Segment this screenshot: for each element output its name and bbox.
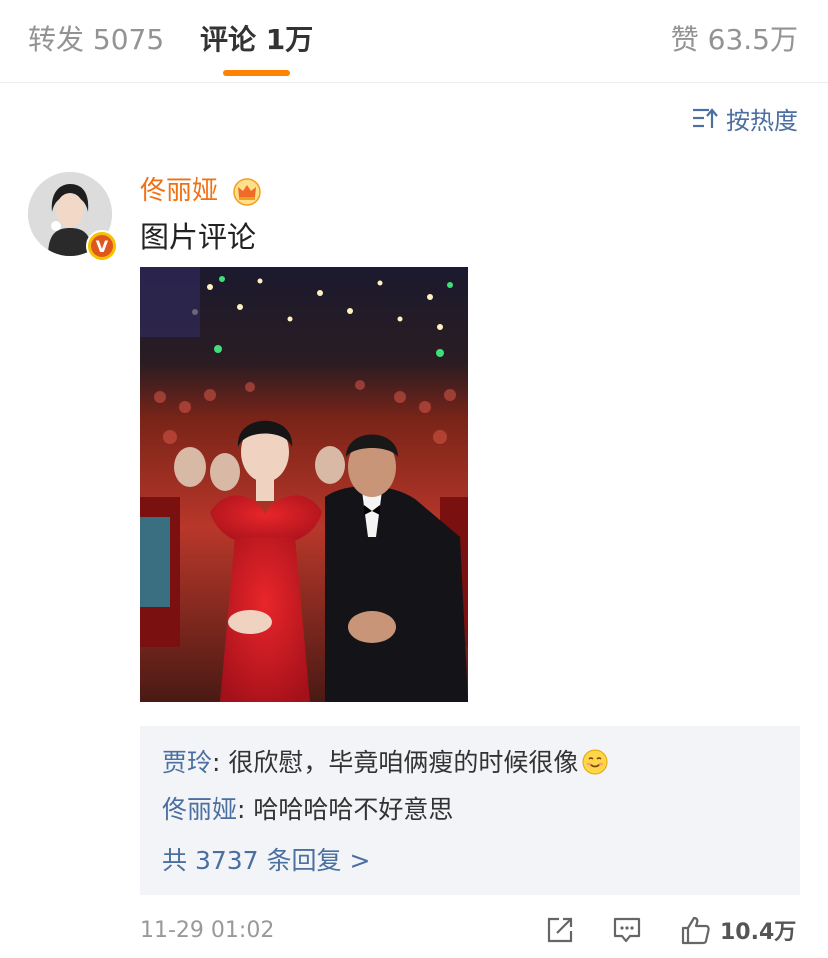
sort-by-hot-button[interactable]: 按热度 <box>692 100 798 136</box>
sort-label: 按热度 <box>726 106 798 135</box>
reply-author[interactable]: 佟丽娅 <box>162 795 237 824</box>
comment-icon <box>613 917 641 943</box>
tab-comment[interactable]: 评论 1万 <box>200 20 313 60</box>
verified-badge-icon: V <box>86 230 118 262</box>
active-tab-indicator <box>223 70 290 76</box>
reply-separator: : <box>212 748 229 777</box>
view-all-replies-link[interactable]: 共 3737 条回复 > <box>162 844 370 878</box>
sort-icon <box>693 108 718 128</box>
comment-photo[interactable] <box>140 267 468 702</box>
reply-button[interactable] <box>612 912 642 948</box>
smile-emoji-icon <box>582 749 608 775</box>
crown-icon <box>233 178 261 206</box>
repost-button[interactable] <box>545 912 575 948</box>
tab-like[interactable]: 赞 63.5万 <box>671 20 798 60</box>
reply-item[interactable]: 贾玲: 很欣慰，毕竟咱俩瘦的时候很像 <box>162 746 608 780</box>
tab-bar: 转发 5075 评论 1万 赞 63.5万 <box>0 0 828 83</box>
tab-repost[interactable]: 转发 5075 <box>28 20 164 60</box>
thumbs-up-icon <box>681 916 710 945</box>
like-count: 10.4万 <box>720 920 797 945</box>
comment-timestamp: 11-29 01:02 <box>140 918 275 943</box>
share-icon <box>547 917 573 943</box>
like-button[interactable]: 10.4万 <box>680 912 796 948</box>
reply-preview-box[interactable]: 贾玲: 很欣慰，毕竟咱俩瘦的时候很像 佟丽娅: 哈哈哈哈不好意思 共 3737 … <box>140 726 800 895</box>
comment-username[interactable]: 佟丽娅 <box>140 174 218 208</box>
comment-text: 图片评论 <box>140 220 257 254</box>
reply-item[interactable]: 佟丽娅: 哈哈哈哈不好意思 <box>162 793 453 827</box>
reply-author[interactable]: 贾玲 <box>162 748 212 777</box>
reply-separator: : <box>237 795 254 824</box>
reply-text: 哈哈哈哈不好意思 <box>253 795 454 824</box>
reply-text: 很欣慰，毕竟咱俩瘦的时候很像 <box>228 748 579 777</box>
